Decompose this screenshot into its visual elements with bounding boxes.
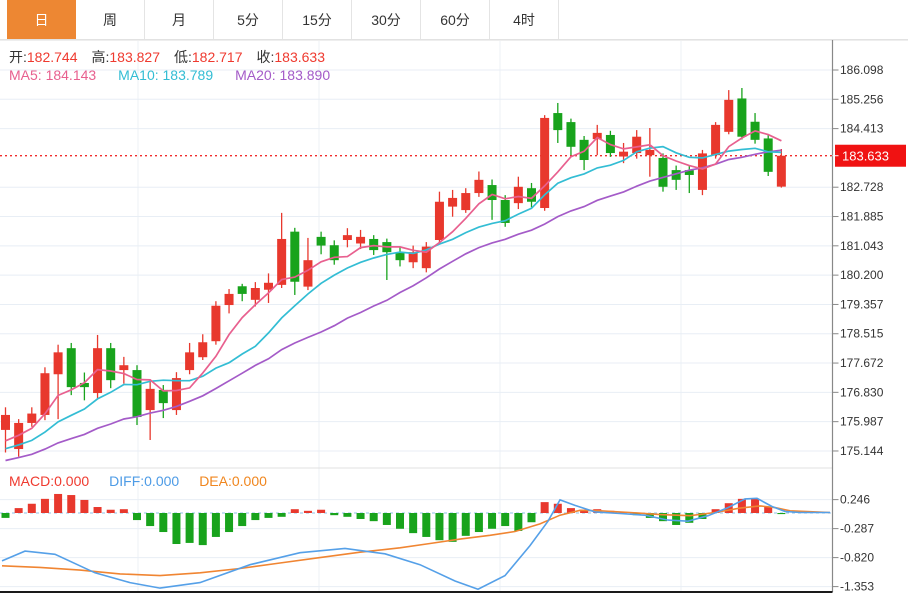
macd-readout: MACD:0.000 DIFF:0.000 DEA:0.000 (9, 473, 287, 489)
diff-value: DIFF:0.000 (109, 473, 180, 489)
price-axis-label: 182.728 (840, 180, 884, 194)
tab-15分[interactable]: 15分 (283, 0, 352, 39)
tab-30分[interactable]: 30分 (352, 0, 421, 39)
high-label: 高: (91, 49, 110, 65)
price-axis-label: 177.672 (840, 356, 884, 370)
close-label: 收: (256, 49, 275, 65)
low-value: 182.717 (191, 49, 243, 65)
last-price-label: 183.633 (842, 149, 889, 164)
ma20-value: MA20: 183.890 (235, 67, 331, 83)
price-axis-label: 180.200 (840, 268, 884, 282)
tab-5分[interactable]: 5分 (214, 0, 283, 39)
high-value: 183.827 (109, 49, 160, 65)
chart-area: 186.098 185.256 184.413 182.728 181.885 181.0… (0, 40, 908, 600)
price-axis-label: 181.885 (840, 210, 884, 224)
price-axis-label: 181.043 (840, 239, 884, 253)
low-label: 低: (174, 49, 192, 65)
price-axis-label: 176.830 (840, 385, 884, 399)
price-axis-label: 179.357 (840, 297, 884, 311)
ma10-value: MA10: 183.789 (118, 67, 214, 83)
price-axis-label: 185.256 (840, 92, 884, 106)
open-label: 开: (9, 49, 27, 65)
price-axis-label: 178.515 (840, 327, 884, 341)
macd-axis-label: -0.287 (840, 522, 874, 536)
timeframe-tabbar: 日周月 5分 15分 30分 60分 4时 (0, 0, 908, 40)
tab-60分[interactable]: 60分 (421, 0, 490, 39)
ma5-value: MA5: 184.143 (9, 67, 97, 83)
price-axis-label: 186.098 (840, 63, 884, 77)
price-axis-label: 175.987 (840, 415, 884, 429)
price-axis-label: 175.144 (840, 444, 884, 458)
macd-value: MACD:0.000 (9, 473, 90, 489)
dea-value: DEA:0.000 (199, 473, 267, 489)
close-value: 183.633 (274, 49, 325, 65)
ohlc-readout: 开:182.744 高:183.827 低:182.717 收:183.633 (9, 47, 339, 67)
ma-readout: MA5: 184.143 MA10: 183.789 MA20: 183.890 (9, 67, 352, 83)
macd-axis-label: 0.246 (840, 493, 870, 507)
tab-4时[interactable]: 4时 (490, 0, 559, 39)
macd-axis-label: -0.820 (840, 551, 874, 565)
macd-axis-label: -1.353 (840, 580, 874, 594)
tab-月[interactable]: 月 (145, 0, 214, 39)
tab-日[interactable]: 日 (7, 0, 76, 39)
candlestick-chart[interactable]: 186.098 185.256 184.413 182.728 181.885 181.0… (0, 40, 908, 600)
price-axis-label: 184.413 (840, 122, 884, 136)
open-value: 182.744 (26, 49, 78, 65)
chart-window: 日周月 5分 15分 30分 60分 4时 186.098 185.256 184.413 18… (0, 0, 908, 600)
tab-周[interactable]: 周 (76, 0, 145, 39)
